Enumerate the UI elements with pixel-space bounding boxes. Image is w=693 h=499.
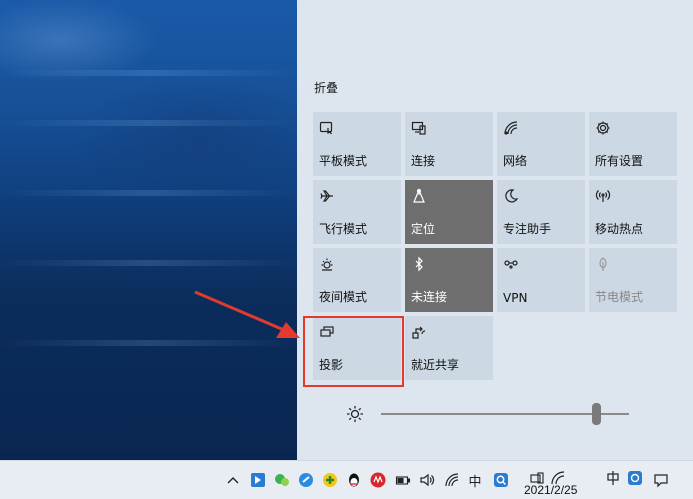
- settings-gear-icon: [594, 119, 612, 137]
- netease-music-icon[interactable]: [369, 471, 387, 489]
- desktop-wallpaper: [0, 0, 297, 460]
- tile-label: 夜间模式: [319, 290, 368, 304]
- tile-battery-saver: 节电模式: [589, 248, 677, 312]
- tile-label: 移动热点: [595, 222, 644, 236]
- tile-label: 节电模式: [595, 290, 644, 304]
- tile-mobile-hotspot[interactable]: 移动热点: [589, 180, 677, 244]
- tile-label: 所有设置: [595, 154, 644, 168]
- tile-project[interactable]: 投影: [313, 316, 401, 380]
- hotspot-icon: [594, 187, 612, 205]
- tile-bluetooth[interactable]: 未连接: [405, 248, 493, 312]
- network-icon: [502, 119, 520, 137]
- location-icon: [410, 187, 428, 205]
- taskbar-clock-date[interactable]: 2021/2/25: [524, 483, 577, 497]
- tile-airplane-mode[interactable]: 飞行模式: [313, 180, 401, 244]
- tile-label: 定位: [411, 222, 436, 236]
- app-tray-icon[interactable]: [249, 471, 267, 489]
- tile-focus-assist[interactable]: 专注助手: [497, 180, 585, 244]
- battery-saver-icon: [594, 255, 612, 273]
- show-hidden-icons-chevron-up-icon[interactable]: [224, 471, 242, 489]
- tile-label: 平板模式: [319, 154, 368, 168]
- taskbar: 中 2021/2/25: [0, 460, 693, 499]
- tile-label: 未连接: [411, 290, 448, 304]
- water-ripple: [0, 70, 297, 76]
- tile-label: 网络: [503, 154, 528, 168]
- tile-all-settings[interactable]: 所有设置: [589, 112, 677, 176]
- tablet-mode-icon: [318, 119, 336, 137]
- tile-vpn[interactable]: VPN: [497, 248, 585, 312]
- qq-penguin-icon[interactable]: [345, 471, 363, 489]
- tile-location[interactable]: 定位: [405, 180, 493, 244]
- wifi-network-icon[interactable]: [443, 471, 461, 489]
- search-app-icon[interactable]: [492, 471, 510, 489]
- vpn-icon: [502, 255, 520, 273]
- brightness-slider-thumb[interactable]: [592, 403, 602, 425]
- water-ripple: [0, 190, 297, 196]
- security-shield-icon[interactable]: [297, 471, 315, 489]
- tile-label: 专注助手: [503, 222, 552, 236]
- tile-nearby-sharing[interactable]: 就近共享: [405, 316, 493, 380]
- tile-label: 就近共享: [411, 358, 460, 372]
- collapse-link[interactable]: 折叠: [314, 79, 338, 96]
- moon-icon: [502, 187, 520, 205]
- connect-icon: [410, 119, 428, 137]
- water-ripple: [0, 260, 297, 266]
- night-light-icon: [318, 255, 336, 273]
- annotation-arrow: [194, 290, 300, 338]
- plus-app-icon[interactable]: [321, 471, 339, 489]
- nearby-share-icon: [410, 323, 428, 341]
- water-ripple: [0, 120, 297, 126]
- tile-connect[interactable]: 连接: [405, 112, 493, 176]
- ime-indicator[interactable]: 中: [466, 471, 484, 490]
- project-icon: [318, 323, 336, 341]
- bluetooth-icon: [410, 255, 428, 273]
- chat-app-icon[interactable]: [626, 469, 644, 487]
- tile-label: 飞行模式: [319, 222, 368, 236]
- battery-icon[interactable]: [394, 471, 412, 489]
- tile-night-light[interactable]: 夜间模式: [313, 248, 401, 312]
- volume-speaker-icon[interactable]: [418, 471, 436, 489]
- airplane-icon: [318, 187, 336, 205]
- wechat-icon[interactable]: [273, 471, 291, 489]
- brightness-sun-icon: [345, 404, 365, 424]
- tile-network[interactable]: 网络: [497, 112, 585, 176]
- ime-cn-icon[interactable]: [604, 469, 622, 487]
- tile-label: VPN: [503, 291, 528, 305]
- tile-tablet-mode[interactable]: 平板模式: [313, 112, 401, 176]
- notification-center-icon[interactable]: [652, 471, 670, 489]
- tile-label: 连接: [411, 154, 436, 168]
- tile-label: 投影: [319, 358, 344, 372]
